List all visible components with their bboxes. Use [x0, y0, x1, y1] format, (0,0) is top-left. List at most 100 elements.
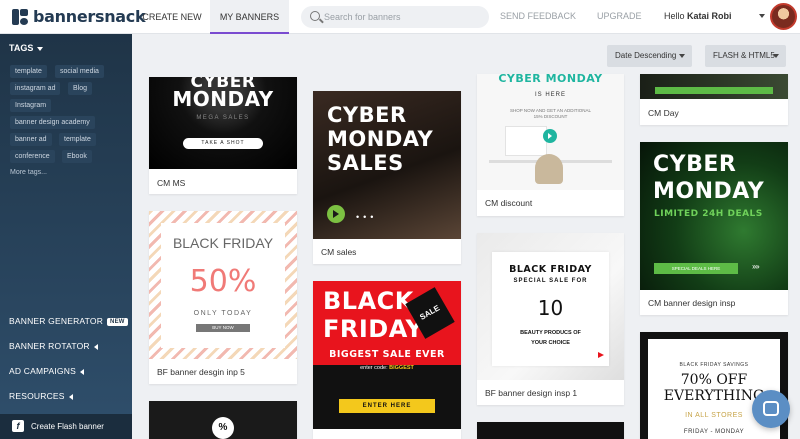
bannersnack-logo-icon — [12, 8, 28, 25]
banner-card-cm-day[interactable]: CM Day — [640, 74, 788, 125]
banner-caption: BF banner desgin inp 5 — [157, 367, 245, 377]
sidebar-item-label: BANNER GENERATOR — [9, 316, 104, 326]
tags-caret-icon — [37, 46, 44, 51]
pagination-dots: ••• — [356, 212, 378, 222]
percent-badge-icon: % — [212, 417, 234, 439]
sort-value: Date Descending — [615, 51, 677, 60]
banner-number: 10 — [537, 296, 564, 320]
banner-card-cm-ms[interactable]: CYBER MONDAY MEGA SALES TAKE A SHOT CM M… — [149, 77, 297, 194]
banner-caption: CM banner design insp — [648, 298, 736, 308]
tags-label: TAGS — [9, 43, 34, 53]
arrows-icon: ›››› — [752, 262, 760, 271]
banner-headline: CYBER — [327, 103, 407, 127]
arrow-right-icon — [543, 129, 557, 143]
banner-card-cm-discount[interactable]: CYBER MONDAY IS HERE SHOP NOW AND GET AN… — [477, 74, 624, 216]
banner-caption: CM sales — [321, 247, 357, 257]
expand-arrow-icon — [79, 368, 84, 375]
sidebar-item-banner-rotator[interactable]: BANNER ROTATOR — [9, 341, 98, 351]
tab-my-banners[interactable]: MY BANNERS — [210, 0, 289, 34]
banner-subline: IS HERE — [534, 92, 566, 98]
tags-header[interactable]: TAGS — [9, 43, 44, 53]
user-name: Katai Robi — [687, 11, 732, 21]
frame-image — [505, 126, 547, 156]
tag-chip[interactable]: instagram ad — [10, 82, 61, 95]
banner-card-cm-insp[interactable]: CYBER MONDAY LIMITED 24H DEALS SPECIAL D… — [640, 142, 788, 315]
tag-chip[interactable]: Ebook — [62, 150, 92, 163]
brand-name: bannersnack — [33, 7, 146, 26]
create-flash-label: Create Flash banner — [31, 422, 104, 431]
banner-percent: 50% — [189, 264, 257, 299]
sidebar: TAGS template social media instagram ad … — [0, 34, 132, 439]
banner-subline: ONLY TODAY — [193, 310, 253, 317]
banner-card-partial[interactable] — [477, 422, 624, 439]
chevron-down-icon — [773, 54, 779, 58]
banner-headline: BLACK FRIDAY — [509, 264, 592, 275]
banner-copy: BEAUTY PRODUCS OF — [520, 330, 581, 336]
banner-copy: FRIDAY - MONDAY — [683, 429, 745, 435]
chair-image — [535, 154, 563, 184]
banner-headline: BLACK FRIDAY — [172, 235, 274, 251]
banner-subline: SPECIAL SALE FOR — [513, 278, 588, 284]
flash-icon: f — [12, 420, 24, 432]
tag-chip[interactable]: social media — [55, 65, 104, 78]
sort-dropdown[interactable]: Date Descending — [607, 45, 692, 67]
promo-code-line: enter code: BIGGEST — [313, 365, 461, 371]
banner-headline: FRIDAY — [323, 315, 424, 343]
chevron-down-icon — [679, 54, 685, 58]
create-flash-banner-button[interactable]: f Create Flash banner — [0, 414, 132, 439]
top-bar: bannersnack CREATE NEW MY BANNERS SEND F… — [0, 0, 800, 34]
type-value: FLASH & HTML5 — [713, 51, 775, 60]
expand-arrow-icon — [68, 393, 73, 400]
banner-thumbnail: CYBER MONDAY MEGA SALES TAKE A SHOT — [149, 77, 297, 169]
banner-thumbnail: BLACK FRIDAY SALE BIGGEST SALE EVER ente… — [313, 281, 461, 429]
avatar[interactable] — [770, 3, 797, 30]
banner-thumbnail: CYBER MONDAY LIMITED 24H DEALS SPECIAL D… — [640, 142, 788, 290]
tag-chip[interactable]: conference — [10, 150, 55, 163]
promo-code-label: enter code: — [360, 365, 388, 371]
banner-subline: MEGA SALES — [196, 115, 250, 121]
tag-chip[interactable]: banner design academy — [10, 116, 95, 129]
type-dropdown[interactable]: FLASH & HTML5 — [705, 45, 786, 67]
search-box — [301, 6, 489, 28]
banner-cta — [655, 87, 773, 94]
tag-chip[interactable]: Instagram — [10, 99, 52, 112]
sidebar-item-resources[interactable]: RESOURCES — [9, 391, 73, 401]
chat-icon — [763, 401, 779, 416]
banner-headline: MONDAY — [327, 127, 434, 151]
brand-logo[interactable]: bannersnack — [12, 7, 146, 26]
send-feedback-link[interactable]: SEND FEEDBACK — [500, 0, 576, 34]
chat-button[interactable] — [752, 390, 790, 428]
tag-chip[interactable]: template — [59, 133, 96, 146]
user-greeting[interactable]: Hello Katai Robi — [664, 0, 732, 34]
banner-card-bf-5[interactable]: BLACK FRIDAY 50% ONLY TODAY BUY NOW BF b… — [149, 211, 297, 384]
sidebar-item-label: RESOURCES — [9, 391, 65, 401]
banner-card-partial[interactable]: % — [149, 401, 297, 439]
banner-headline: CYBER — [653, 152, 737, 177]
banner-thumbnail: BLACK FRIDAY 50% ONLY TODAY BUY NOW — [149, 211, 297, 359]
search-input[interactable] — [324, 9, 479, 25]
banner-thumbnail — [640, 74, 788, 99]
tag-chip[interactable]: template — [10, 65, 47, 78]
more-tags-link[interactable]: More tags... — [10, 169, 47, 176]
banner-caption: CM MS — [157, 178, 186, 188]
banner-headline: CYBER MONDAY — [498, 74, 603, 85]
banner-copy: YOUR CHOICE — [531, 340, 570, 346]
banner-card-bf-insp1[interactable]: BLACK FRIDAY SPECIAL SALE FOR 10 BEAUTY … — [477, 233, 624, 405]
banner-copy: SHOP NOW AND GET AN ADDITIONAL 15% DISCO… — [509, 108, 592, 119]
banner-card-bf-red[interactable]: BLACK FRIDAY SALE BIGGEST SALE EVER ente… — [313, 281, 461, 439]
upgrade-link[interactable]: UPGRADE — [597, 0, 642, 34]
banner-card-cm-sales[interactable]: CYBER MONDAY SALES ••• CM sales — [313, 91, 461, 264]
tag-chip[interactable]: Blog — [68, 82, 93, 95]
banner-thumbnail: BLACK FRIDAY SPECIAL SALE FOR 10 BEAUTY … — [477, 233, 624, 380]
banner-headline: BLACK — [323, 287, 414, 315]
new-badge: NEW — [107, 317, 128, 326]
hello-label: Hello — [664, 11, 685, 21]
banner-thumbnail: CYBER MONDAY SALES ••• — [313, 91, 461, 239]
banner-footer-panel — [313, 365, 461, 429]
sidebar-item-ad-campaigns[interactable]: AD CAMPAIGNS — [9, 366, 84, 376]
banner-headline: 70% OFF — [680, 372, 748, 388]
tag-chip[interactable]: banner ad — [10, 133, 52, 146]
user-menu-chevron-down-icon[interactable] — [759, 14, 765, 18]
tab-create-new[interactable]: CREATE NEW — [134, 0, 210, 34]
sidebar-item-banner-generator[interactable]: BANNER GENERATOR NEW — [9, 316, 128, 326]
